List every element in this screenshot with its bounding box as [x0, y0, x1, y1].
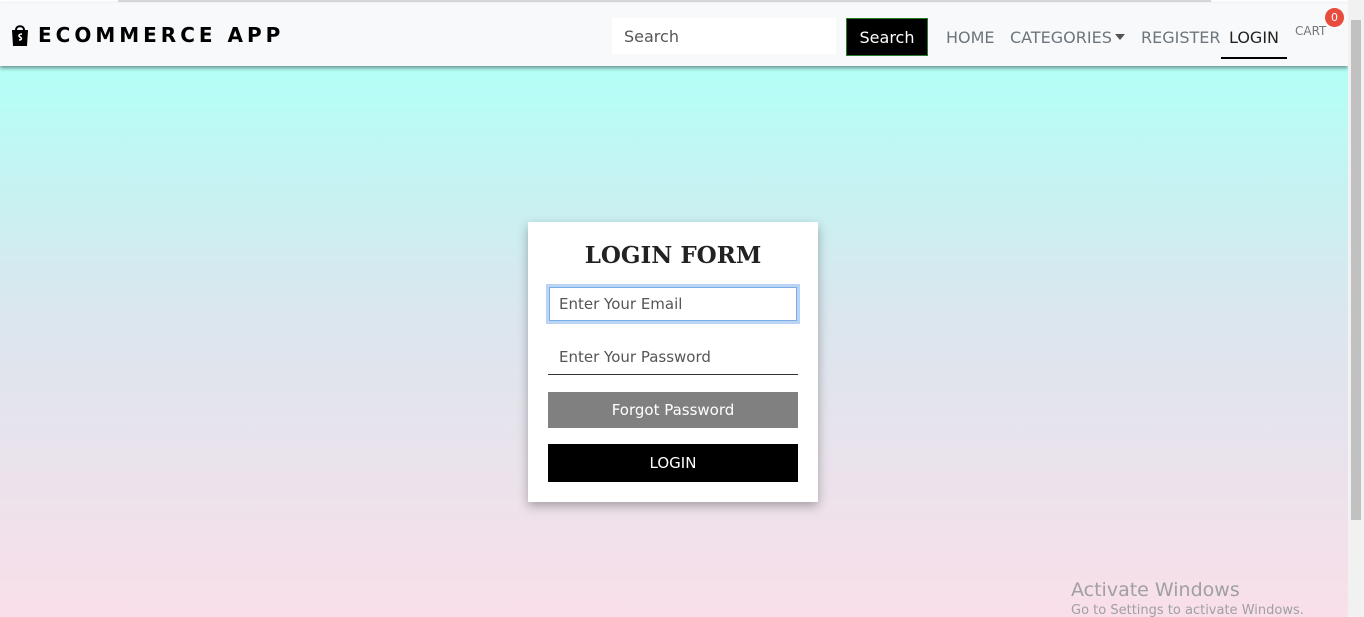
caret-down-icon	[1114, 34, 1125, 40]
search-button[interactable]: Search	[846, 18, 928, 56]
login-button[interactable]: LOGIN	[548, 444, 798, 482]
nav-categories-dropdown[interactable]: CATEGORIES	[1010, 28, 1125, 47]
brand-name: ECOMMERCE APP	[38, 23, 285, 47]
login-card: LOGIN FORM Forgot Password LOGIN	[528, 222, 818, 502]
navbar: ECOMMERCE APP Search HOME CATEGORIES REG…	[0, 3, 1348, 66]
watermark-title: Activate Windows	[1071, 579, 1240, 601]
activate-windows-watermark: Activate Windows Go to Settings to activ…	[1071, 579, 1304, 617]
nav-cart-link[interactable]: CART	[1295, 24, 1326, 38]
email-field[interactable]	[546, 284, 800, 324]
watermark-subtitle: Go to Settings to activate Windows.	[1071, 603, 1304, 617]
search-input[interactable]	[612, 18, 836, 54]
forgot-password-button[interactable]: Forgot Password	[548, 392, 798, 428]
nav-login-link[interactable]: LOGIN	[1221, 28, 1287, 59]
password-field[interactable]	[548, 339, 798, 375]
shopping-bag-icon	[10, 23, 30, 47]
browser-tab-line	[118, 0, 1211, 2]
nav-home-link[interactable]: HOME	[946, 28, 995, 47]
nav-register-link[interactable]: REGISTER	[1141, 28, 1221, 47]
main-content: LOGIN FORM Forgot Password LOGIN	[0, 66, 1348, 617]
login-form-title: LOGIN FORM	[584, 242, 762, 269]
nav-categories-label: CATEGORIES	[1010, 28, 1112, 47]
page: ECOMMERCE APP Search HOME CATEGORIES REG…	[0, 0, 1364, 617]
brand[interactable]: ECOMMERCE APP	[10, 23, 284, 47]
cart-count-badge: 0	[1325, 8, 1344, 27]
vertical-scrollbar[interactable]	[1348, 0, 1364, 617]
scrollbar-thumb[interactable]	[1351, 20, 1361, 520]
